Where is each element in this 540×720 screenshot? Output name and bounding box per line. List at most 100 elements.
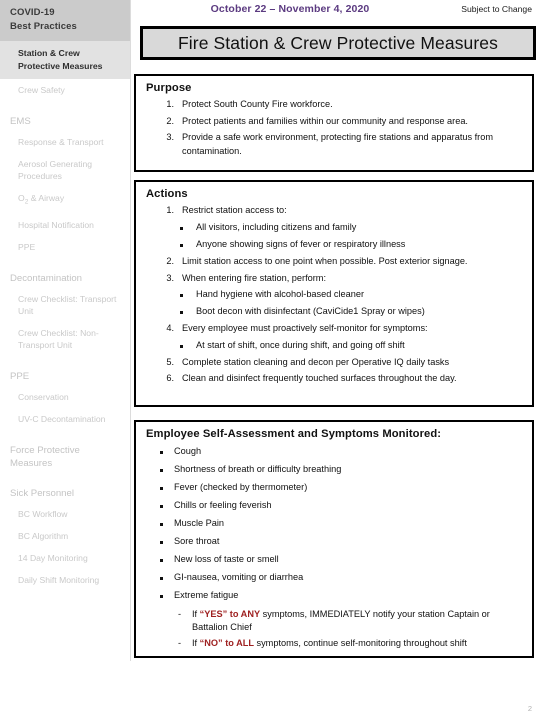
sidebar-item-hospital-notification[interactable]: Hospital Notification	[0, 214, 130, 236]
page-title: Fire Station & Crew Protective Measures	[140, 26, 536, 60]
list-item: Fever (checked by thermometer)	[156, 479, 524, 497]
sidebar-group-ems[interactable]: EMS	[0, 108, 130, 131]
sidebar-item-crew-checklist-non-transport-unit[interactable]: Crew Checklist: Non-Transport Unit	[0, 322, 130, 356]
sidebar-item-o2-airway[interactable]: O2 & Airway	[0, 187, 130, 214]
list-item: 6. Clean and disinfect frequently touched…	[160, 371, 524, 387]
sidebar-header-line1: COVID-19	[10, 7, 55, 18]
list-text: Clean and disinfect frequently touched s…	[182, 373, 457, 384]
sidebar-item-crew-checklist-transport-unit[interactable]: Crew Checklist: Transport Unit	[0, 288, 130, 322]
sidebar-group-ppe[interactable]: PPE	[0, 363, 130, 386]
actions-item3-sublist: Hand hygiene with alcohol-based cleaner …	[176, 287, 524, 321]
list-text: Restrict station access to:	[182, 205, 287, 216]
subject-to-change-note: Subject to Change	[461, 4, 532, 14]
list-text: Complete station cleaning and decon per …	[182, 356, 450, 367]
note-emphasis: “NO” to ALL	[199, 638, 254, 649]
sidebar-item-o2-prefix: O	[18, 193, 25, 203]
list-item: 2. Limit station access to one point when…	[160, 254, 524, 270]
actions-section: Actions 1. Restrict station access to: Al…	[134, 180, 534, 407]
list-number: 1.	[166, 205, 174, 216]
sidebar-item-station-crew-protective-measures[interactable]: Station & Crew Protective Measures	[0, 41, 130, 79]
note-lead: If	[192, 609, 200, 620]
list-item: 1. Restrict station access to:	[160, 203, 524, 219]
list-text: Every employee must proactively self-mon…	[182, 323, 428, 334]
actions-list-cont-2: 2. Limit station access to one point when…	[160, 254, 524, 287]
list-item: Hand hygiene with alcohol-based cleaner	[176, 287, 524, 304]
list-number: 5.	[166, 356, 174, 367]
list-text: When entering fire station, perform:	[182, 272, 327, 283]
list-number: 2.	[166, 256, 174, 267]
symptoms-heading: Employee Self-Assessment and Symptoms Mo…	[146, 428, 442, 440]
purpose-section: Purpose 1. Protect South County Fire work…	[134, 74, 534, 172]
list-item: If “NO” to ALL symptoms, continue self-m…	[174, 636, 524, 652]
sidebar-item-bc-workflow[interactable]: BC Workflow	[0, 503, 130, 525]
list-item: Cough	[156, 443, 524, 461]
list-number: 3.	[166, 272, 174, 283]
sidebar-item-response-transport[interactable]: Response & Transport	[0, 131, 130, 153]
list-item: 1. Protect South County Fire workforce.	[160, 97, 524, 113]
list-item: At start of shift, once during shift, an…	[176, 337, 524, 354]
list-text: Protect patients and families within our…	[182, 115, 468, 126]
sidebar-item-o2-suffix: & Airway	[28, 193, 65, 203]
sidebar-current-line2: Protective Measures	[18, 60, 103, 71]
actions-list-cont-4: 4. Every employee must proactively self-m…	[160, 321, 524, 337]
list-number: 1.	[166, 99, 174, 110]
list-number: 2.	[166, 115, 174, 126]
sidebar-item-aerosol-generating-procedures[interactable]: Aerosol Generating Procedures	[0, 153, 130, 187]
list-number: 4.	[166, 323, 174, 334]
note-rest: symptoms, continue self-monitoring throu…	[253, 638, 467, 649]
page-title-text: Fire Station & Crew Protective Measures	[178, 32, 498, 53]
list-number: 3.	[166, 132, 174, 143]
list-text: Protect South County Fire workforce.	[182, 99, 333, 110]
sidebar-current-line1: Station & Crew	[18, 48, 80, 58]
navigation-sidebar: COVID-19 Best Practices Station & Crew P…	[0, 0, 131, 661]
list-text: Provide a safe work environment, protect…	[182, 132, 494, 156]
list-item: Chills or feeling feverish	[156, 497, 524, 515]
list-item: Boot decon with disinfectant (CaviCide1 …	[176, 304, 524, 321]
actions-list: 1. Restrict station access to:	[160, 203, 524, 219]
list-item: Muscle Pain	[156, 515, 524, 533]
list-item: 2. Protect patients and families within o…	[160, 113, 524, 129]
list-item: GI-nausea, vomiting or diarrhea	[156, 569, 524, 587]
list-number: 6.	[166, 373, 174, 384]
list-item: 5. Complete station cleaning and decon pe…	[160, 354, 524, 370]
sidebar-group-force-protective-measures[interactable]: Force Protective Measures	[0, 437, 130, 473]
list-item: If “YES” to ANY symptoms, IMMEDIATELY no…	[174, 607, 524, 636]
sidebar-item-14-day-monitoring[interactable]: 14 Day Monitoring	[0, 547, 130, 569]
slide-page: COVID-19 Best Practices Station & Crew P…	[0, 0, 540, 720]
sidebar-item-crew-safety[interactable]: Crew Safety	[0, 79, 130, 101]
list-item: Extreme fatigue	[156, 587, 524, 605]
list-item: 3. When entering fire station, perform:	[160, 270, 524, 286]
symptoms-notes: If “YES” to ANY symptoms, IMMEDIATELY no…	[174, 607, 524, 652]
sidebar-header-line2: Best Practices	[10, 21, 77, 32]
list-item: New loss of taste or smell	[156, 551, 524, 569]
sidebar-item-daily-shift-monitoring[interactable]: Daily Shift Monitoring	[0, 569, 130, 591]
sidebar-item-bc-algorithm[interactable]: BC Algorithm	[0, 525, 130, 547]
page-number: 2	[527, 704, 532, 713]
list-item: Shortness of breath or difficulty breath…	[156, 461, 524, 479]
date-range: October 22 – November 4, 2020	[210, 3, 370, 15]
sidebar-item-uvc-decontamination[interactable]: UV-C Decontamination	[0, 408, 130, 430]
list-item: All visitors, including citizens and fam…	[176, 219, 524, 236]
list-item: Anyone showing signs of fever or respira…	[176, 237, 524, 254]
list-text: Limit station access to one point when p…	[182, 256, 468, 267]
sidebar-group-decontamination[interactable]: Decontamination	[0, 265, 130, 288]
sidebar-group-sick-personnel[interactable]: Sick Personnel	[0, 480, 130, 503]
purpose-heading: Purpose	[146, 82, 192, 94]
symptoms-list: Cough Shortness of breath or difficulty …	[156, 443, 524, 605]
list-item: Sore throat	[156, 533, 524, 551]
sidebar-header: COVID-19 Best Practices	[0, 0, 130, 41]
actions-item1-sublist: All visitors, including citizens and fam…	[176, 219, 524, 253]
actions-item4-sublist: At start of shift, once during shift, an…	[176, 337, 524, 354]
list-item: 3. Provide a safe work environment, prote…	[160, 130, 524, 160]
symptoms-section: Employee Self-Assessment and Symptoms Mo…	[134, 420, 534, 658]
actions-list-cont-5: 5. Complete station cleaning and decon pe…	[160, 354, 524, 387]
actions-heading: Actions	[146, 188, 188, 200]
sidebar-item-ppe-ems[interactable]: PPE	[0, 236, 130, 258]
sidebar-item-conservation[interactable]: Conservation	[0, 386, 130, 408]
note-emphasis: “YES” to ANY	[199, 609, 261, 620]
